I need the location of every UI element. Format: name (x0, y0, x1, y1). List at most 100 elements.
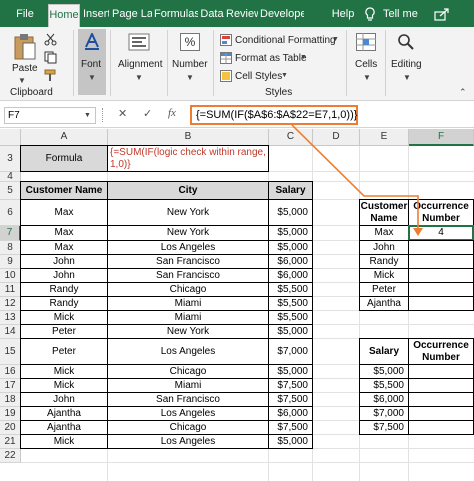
row-header-17[interactable]: 17 (0, 379, 21, 393)
selected-cell-f7[interactable]: 4 (408, 225, 474, 241)
city-cell[interactable]: New York (107, 324, 269, 339)
customer-name-cell[interactable]: Mick (20, 364, 108, 379)
row-header-4[interactable]: 4 (0, 172, 21, 182)
column-header-e[interactable]: E (360, 129, 409, 146)
editing-button[interactable]: Editing (391, 59, 422, 70)
occ-number-cell[interactable] (408, 420, 474, 435)
tab-help[interactable]: Help (331, 4, 355, 27)
occ-name-cell[interactable]: Randy (359, 254, 409, 269)
copy-icon[interactable] (44, 51, 57, 64)
format-painter-icon[interactable] (44, 69, 57, 82)
cut-icon[interactable] (44, 33, 57, 46)
city-cell[interactable]: Chicago (107, 364, 269, 379)
column-header-f[interactable]: F (409, 129, 474, 146)
name-box-dropdown-icon[interactable]: ▼ (84, 112, 91, 119)
city-cell[interactable]: Miami (107, 310, 269, 325)
occ-number-cell[interactable] (408, 254, 474, 269)
salary-cell[interactable]: $7,500 (268, 378, 313, 393)
column-header-d[interactable]: D (313, 129, 360, 146)
salary-cell[interactable]: $5,000 (268, 324, 313, 339)
customer-name-cell[interactable]: Max (20, 225, 108, 241)
customer-name-cell[interactable]: Peter (20, 338, 108, 365)
cell-styles-button[interactable]: Cell Styles (235, 71, 282, 82)
customer-name-cell[interactable]: Randy (20, 282, 108, 297)
cells-dropdown-icon[interactable]: ▼ (363, 73, 371, 82)
customer-name-cell[interactable]: Ajantha (20, 406, 108, 421)
customer-name-cell[interactable]: John (20, 254, 108, 269)
occ-number-cell[interactable] (408, 406, 474, 421)
salary-cell[interactable]: $5,000 (268, 199, 313, 226)
row-header-21[interactable]: 21 (0, 435, 21, 449)
collapse-ribbon-icon[interactable]: ⌃ (459, 87, 467, 98)
tell-me-box[interactable]: Tell me (383, 4, 418, 27)
occ-header-number[interactable]: Occurrence Number (408, 199, 474, 226)
city-cell[interactable]: New York (107, 225, 269, 241)
row-header-14[interactable]: 14 (0, 325, 21, 339)
salary-cell[interactable]: $6,000 (268, 406, 313, 421)
column-header-c[interactable]: C (269, 129, 313, 146)
salary-cell[interactable]: $5,000 (268, 240, 313, 255)
city-cell[interactable]: San Francisco (107, 254, 269, 269)
conditional-formatting-dropdown-icon[interactable]: ▼ (332, 36, 339, 43)
row-header-3[interactable]: 3 (0, 146, 21, 172)
row-header-12[interactable]: 12 (0, 297, 21, 311)
city-cell[interactable]: Miami (107, 296, 269, 311)
occ-name-cell[interactable]: Ajantha (359, 296, 409, 311)
row-header-9[interactable]: 9 (0, 255, 21, 269)
tab-file[interactable]: File (14, 4, 36, 27)
tab-page-layout[interactable]: Page Layout (112, 4, 152, 27)
salary-cell[interactable]: $7,500 (268, 392, 313, 407)
row-header-19[interactable]: 19 (0, 407, 21, 421)
tab-home[interactable]: Home (48, 4, 80, 27)
occ-name-cell[interactable]: Peter (359, 282, 409, 297)
city-cell[interactable]: Los Angeles (107, 434, 269, 449)
header-city[interactable]: City (107, 181, 269, 200)
row-header-16[interactable]: 16 (0, 365, 21, 379)
formula-input[interactable]: {=SUM(IF($A$6:$A$22=E7,1,0))} (190, 105, 358, 125)
occ-salary-cell[interactable]: $5,000 (359, 364, 409, 379)
header-salary[interactable]: Salary (268, 181, 313, 200)
row-header-6[interactable]: 6 (0, 200, 21, 226)
city-cell[interactable]: Miami (107, 378, 269, 393)
cells-button[interactable]: Cells (355, 59, 377, 70)
customer-name-cell[interactable]: John (20, 268, 108, 283)
row-header-10[interactable]: 10 (0, 269, 21, 283)
salary-cell[interactable]: $7,500 (268, 420, 313, 435)
city-cell[interactable]: Los Angeles (107, 338, 269, 365)
formula-text-cell[interactable]: {=SUM(IF(logic check within range, 1,0)} (107, 145, 269, 172)
occ-number-cell[interactable] (408, 240, 474, 255)
conditional-formatting-button[interactable]: Conditional Formatting (235, 35, 336, 46)
city-cell[interactable]: San Francisco (107, 268, 269, 283)
city-cell[interactable]: Los Angeles (107, 406, 269, 421)
alignment-dropdown-icon[interactable]: ▼ (135, 73, 143, 82)
city-cell[interactable]: New York (107, 199, 269, 226)
column-header-b[interactable]: B (108, 129, 269, 146)
salary-cell[interactable]: $5,000 (268, 434, 313, 449)
salary-cell[interactable]: $5,500 (268, 296, 313, 311)
editing-dropdown-icon[interactable]: ▼ (403, 73, 411, 82)
occ-salary-cell[interactable]: $7,000 (359, 406, 409, 421)
share-icon[interactable] (434, 8, 450, 21)
occ-number-cell[interactable] (408, 268, 474, 283)
salary-cell[interactable]: $7,000 (268, 338, 313, 365)
number-button[interactable]: Number (172, 59, 208, 70)
tab-review[interactable]: Review (226, 4, 258, 27)
row-header-7[interactable]: 7 (0, 226, 21, 241)
city-cell[interactable]: Chicago (107, 420, 269, 435)
city-cell[interactable]: Los Angeles (107, 240, 269, 255)
occ-header-number-2[interactable]: Occurrence Number (408, 338, 474, 365)
row-header-18[interactable]: 18 (0, 393, 21, 407)
cell-styles-dropdown-icon[interactable]: ▼ (281, 72, 288, 79)
occ-name-cell[interactable]: Mick (359, 268, 409, 283)
name-box[interactable]: F7 (4, 107, 96, 124)
row-header-8[interactable]: 8 (0, 241, 21, 255)
paste-dropdown-icon[interactable]: ▼ (18, 76, 26, 85)
occ-number-cell[interactable] (408, 296, 474, 311)
salary-cell[interactable]: $6,000 (268, 254, 313, 269)
salary-cell[interactable]: $5,500 (268, 310, 313, 325)
header-customer-name[interactable]: Customer Name (20, 181, 108, 200)
row-header-5[interactable]: 5 (0, 182, 21, 200)
occ-number-cell[interactable] (408, 392, 474, 407)
paste-icon[interactable] (12, 33, 38, 63)
tab-insert[interactable]: Insert (83, 4, 109, 27)
